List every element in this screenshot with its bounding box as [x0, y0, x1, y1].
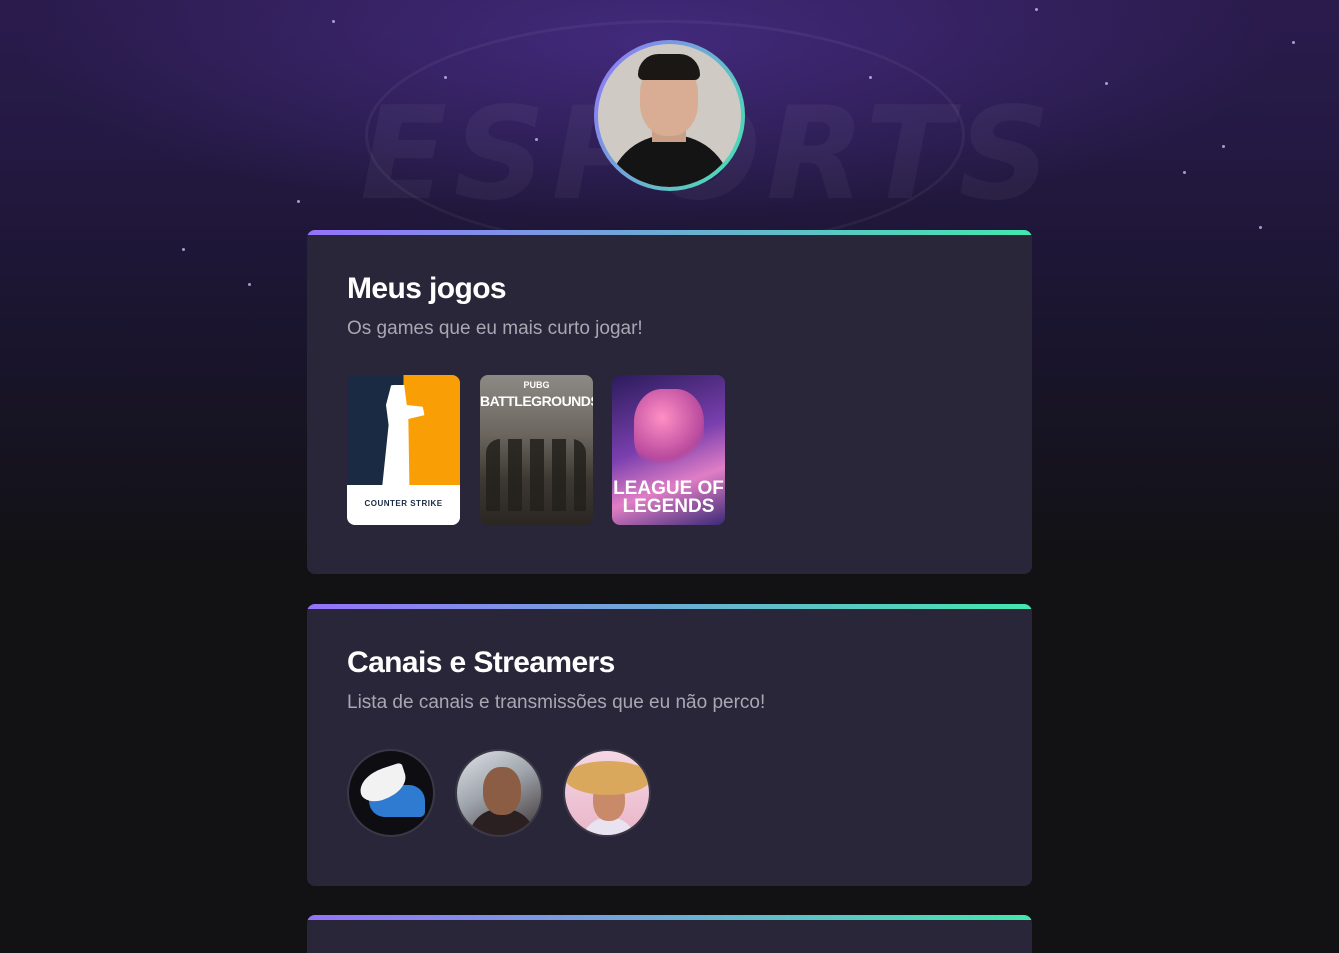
channel-avatar-3[interactable]	[563, 749, 651, 837]
pubg-logo-line2: BATTLEGROUNDS	[480, 393, 593, 409]
cs-logo-text: COUNTER STRIKE	[364, 499, 443, 508]
pubg-troops-art	[486, 439, 586, 511]
streamer-face	[483, 767, 521, 815]
streamers-subtitle: Lista de canais e transmissões que eu nã…	[347, 692, 766, 713]
next-card	[307, 915, 1032, 953]
games-subtitle: Os games que eu mais curto jogar!	[347, 318, 643, 339]
pubg-logo-line1: PUBG	[523, 380, 550, 390]
games-card: Meus jogos Os games que eu mais curto jo…	[307, 230, 1032, 574]
streamers-card: Canais e Streamers Lista de canais e tra…	[307, 604, 1032, 886]
channel-avatar-2[interactable]	[455, 749, 543, 837]
channel-avatar-1[interactable]	[347, 749, 435, 837]
lol-logo-line2: LEGENDS	[622, 496, 715, 517]
games-title: Meus jogos	[347, 272, 507, 305]
lol-champion-art	[634, 389, 704, 471]
game-pubg[interactable]: PUBG BATTLEGROUNDS	[480, 375, 593, 525]
game-counter-strike[interactable]: COUNTER STRIKE	[347, 375, 460, 525]
streamers-title: Canais e Streamers	[347, 646, 615, 679]
cs-soldier-icon	[382, 385, 425, 485]
game-league-of-legends[interactable]: LEAGUE OF LEGENDS	[612, 375, 725, 525]
sombrero-icon	[565, 761, 649, 795]
cs-logo-bar: COUNTER STRIKE	[347, 485, 460, 525]
avatar-shirt	[608, 135, 732, 187]
profile-avatar-ring[interactable]	[594, 40, 745, 191]
profile-avatar	[598, 44, 741, 187]
avatar-hair	[638, 54, 700, 80]
